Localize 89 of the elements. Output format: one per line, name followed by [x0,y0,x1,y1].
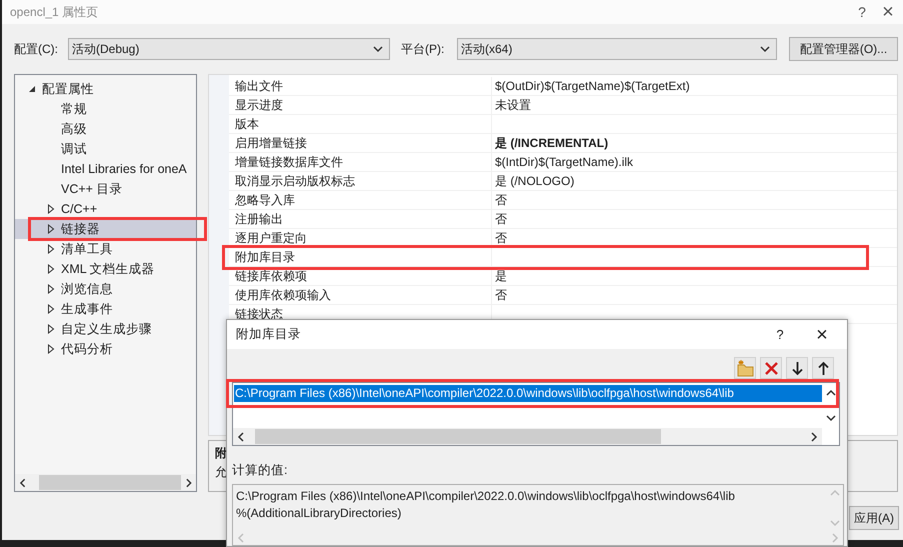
dropdown-value: 活动(x64) [461,40,514,58]
tree-item-label: 链接器 [61,220,100,238]
tree-item-label: 生成事件 [61,300,113,318]
tree-item[interactable]: Intel Libraries for oneA [15,159,196,179]
property-name: 取消显示启动版权标志 [234,172,356,190]
tree-item-label: 配置属性 [42,80,94,98]
property-name: 逐用户重定向 [234,230,308,246]
property-name: 链接库依赖项 [234,268,308,284]
computed-label: 计算的值: [232,462,288,479]
tree-item[interactable]: 配置属性 [15,79,196,99]
tree-item-label: 代码分析 [61,340,113,358]
computed-value-line: %(AdditionalLibraryDirectories) [236,505,402,522]
tree-item-label: XML 文档生成器 [61,260,155,278]
property-value[interactable]: 否 [491,286,897,304]
tree-item-label: 调试 [61,140,87,158]
property-value[interactable]: 否 [491,191,897,209]
horizontal-scrollbar[interactable] [233,428,822,445]
property-name: 版本 [234,116,260,132]
close-button[interactable]: × [875,1,901,23]
chevron-right-icon [831,533,839,543]
tree-item-label: 清单工具 [61,240,113,258]
chevron-up-icon [826,389,836,397]
tree-item-label: 高级 [61,120,87,138]
tree-item[interactable]: 高级 [15,119,196,139]
property-name: 输出文件 [234,78,284,94]
property-value[interactable]: 未设置 [491,96,897,114]
close-button[interactable]: × [809,324,835,346]
property-value[interactable]: 是 (/NOLOGO) [491,172,897,190]
property-value[interactable]: 是 [491,267,897,285]
chevron-down-icon [373,45,383,53]
dialog-title: 附加库目录 [236,326,301,343]
tree-item[interactable]: VC++ 目录 [15,179,196,199]
chevron-left-icon [237,432,245,442]
property-value[interactable]: $(IntDir)$(TargetName).ilk [491,153,897,171]
toolbar-button[interactable] [786,357,808,379]
config-manager-button[interactable]: 配置管理器(O)... [789,37,898,61]
computed-value-line: C:\Program Files (x86)\Intel\oneAPI\compiler\2022.0.0\windows\lib\oclfpga\host\windows64\lib [236,488,736,505]
tree-item[interactable]: 自定义生成步骤 [15,319,196,339]
tree-item[interactable]: 代码分析 [15,339,196,359]
toolbar-button[interactable] [812,357,834,379]
chevron-right-icon [810,432,818,442]
chevron-down-icon [760,45,770,53]
tree-item[interactable]: XML 文档生成器 [15,259,196,279]
tree-item-label: C/C++ [61,202,98,216]
tree-item[interactable]: 常规 [15,99,196,119]
property-name: 附加库目录 [234,248,296,266]
scroll-thumb[interactable] [38,475,180,490]
tree-item-label: 浏览信息 [61,280,113,298]
property-value[interactable]: 否 [491,210,897,228]
property-value[interactable]: $(OutDir)$(TargetName)$(TargetExt) [491,77,897,95]
property-name: 注册输出 [234,210,284,228]
property-value[interactable]: 是 (/INCREMENTAL) [491,134,897,152]
window-title: opencl_1 属性页 [10,4,98,20]
list-entry[interactable]: C:\Program Files (x86)\Intel\oneAPI\compiler\2022.0.0\windows\lib\oclfpga\host\windows64\lib [234,385,822,402]
chevron-left-icon [19,478,26,488]
help-button[interactable]: ? [767,324,793,346]
tree-item[interactable]: 清单工具 [15,239,196,259]
tree-item[interactable]: C/C++ [15,199,196,219]
chevron-up-icon [830,489,840,497]
tree-item-label: 自定义生成步骤 [61,320,152,338]
description-title: 附 [215,446,227,460]
property-name: 显示进度 [234,96,284,114]
scroll-thumb[interactable] [255,429,661,444]
field-label: 平台(P): [401,40,446,58]
dropdown[interactable]: 活动(Debug) [68,38,390,60]
chevron-left-icon [237,533,245,543]
property-value[interactable]: 否 [491,229,897,247]
chevron-right-icon [184,478,192,488]
horizontal-scrollbar[interactable] [15,474,196,491]
description-text: 允 [215,465,227,479]
apply-button[interactable]: 应用(A) [849,506,899,530]
new-folder-icon [736,358,754,378]
tree-item-label: VC++ 目录 [61,180,122,198]
dropdown[interactable]: 活动(x64) [457,38,777,60]
field-label: 配置(C): [14,40,59,58]
property-name: 忽略导入库 [234,192,296,208]
tree-item[interactable]: 调试 [15,139,196,159]
expanded-arrow-icon [28,85,36,93]
property-name: 使用库依赖项输入 [234,286,332,304]
dropdown-value: 活动(Debug) [72,40,140,58]
tree-item-label: Intel Libraries for oneA [61,162,187,176]
property-name: 启用增量链接 [234,134,308,152]
chevron-down-icon [826,414,836,422]
tree-item[interactable]: 生成事件 [15,299,196,319]
tree-item[interactable]: 浏览信息 [15,279,196,299]
help-button[interactable]: ? [849,1,875,23]
tree-item-label: 常规 [61,100,87,118]
chevron-down-icon [830,519,840,527]
property-name: 增量链接数据库文件 [234,154,344,170]
